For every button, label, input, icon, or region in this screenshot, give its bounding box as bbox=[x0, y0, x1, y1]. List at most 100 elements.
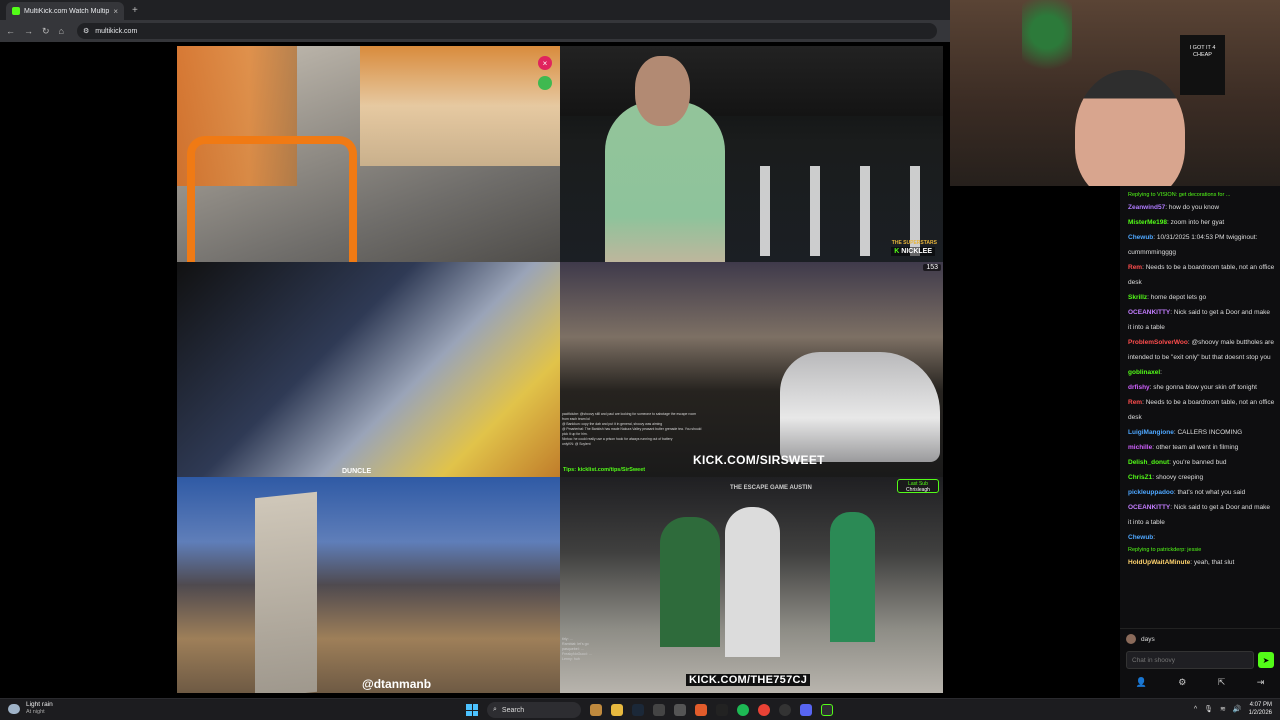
weather-title: Light rain bbox=[26, 701, 53, 708]
chat-username[interactable]: pickleuppadoo bbox=[1128, 489, 1174, 496]
back-icon[interactable]: ← bbox=[6, 26, 15, 36]
remove-stream-button[interactable]: × bbox=[538, 56, 552, 70]
app-icon-2[interactable] bbox=[716, 704, 728, 716]
spotify-icon[interactable] bbox=[737, 704, 749, 716]
reload-icon[interactable]: ↻ bbox=[42, 26, 50, 37]
chat-text: CALLERS INCOMING bbox=[1177, 429, 1243, 436]
collapse-icon[interactable]: ⇥ bbox=[1257, 677, 1265, 688]
stream-player-6[interactable]: THE ESCAPE GAME AUSTIN Last Sub Chrislea… bbox=[560, 477, 943, 693]
forward-icon[interactable]: → bbox=[24, 26, 33, 36]
stream-6-chat-overlay: tirly: ... Rambiat: let's go pasquebel: … bbox=[562, 637, 657, 662]
chat-username[interactable]: Chewub bbox=[1128, 534, 1153, 541]
popout-icon[interactable]: ⇱ bbox=[1218, 677, 1226, 688]
mic-icon[interactable]: 🎙 bbox=[1204, 705, 1213, 713]
chat-username[interactable]: ChrisZ1 bbox=[1128, 474, 1152, 481]
chat-username[interactable]: Rem bbox=[1128, 264, 1142, 271]
windows-start-icon[interactable] bbox=[466, 704, 478, 716]
stream-5-board bbox=[255, 491, 317, 693]
chat-username[interactable]: OCEANKITTY bbox=[1128, 309, 1170, 316]
overlay-line: pacificlube: @shoovy still and paul are … bbox=[562, 412, 697, 421]
chat-username[interactable]: Zeanwind57 bbox=[1128, 204, 1165, 211]
file-explorer-icon[interactable] bbox=[611, 704, 623, 716]
chat-text: yeah, that slut bbox=[1193, 559, 1235, 566]
settings-icon[interactable]: ⚙ bbox=[1178, 677, 1186, 688]
stream-player-3[interactable]: DUNCLE bbox=[177, 262, 560, 477]
chat-username[interactable]: Chewub bbox=[1128, 234, 1153, 241]
chat-message: Chewub: bbox=[1128, 530, 1275, 545]
chat-message: pickleuppadoo: that's not what you said bbox=[1128, 485, 1275, 500]
taskbar-search[interactable]: ⌕ Search bbox=[487, 702, 581, 718]
tab-multikick[interactable]: MultiKick.com Watch Multiple × bbox=[6, 2, 124, 20]
obs-icon[interactable] bbox=[779, 704, 791, 716]
chat-username[interactable]: HoldUpWaitAMinute bbox=[1128, 559, 1190, 566]
app-icon[interactable] bbox=[653, 704, 665, 716]
chat-text: Needs to be a boardroom table, not an of… bbox=[1128, 264, 1275, 286]
chat-username[interactable]: goblinaxel bbox=[1128, 369, 1160, 376]
chat-username[interactable]: drfishy bbox=[1128, 384, 1150, 391]
chat-username[interactable]: Rem bbox=[1128, 399, 1142, 406]
chat-select-button[interactable] bbox=[538, 76, 552, 90]
chat-text: other team all went in filming bbox=[1155, 444, 1239, 451]
pinned-user-row[interactable]: days bbox=[1120, 629, 1280, 649]
reply-context: Replying to VISION: get decorations for … bbox=[1128, 192, 1231, 198]
new-tab-button[interactable]: + bbox=[132, 5, 138, 16]
chat-text: zoom into her gyat bbox=[1170, 219, 1225, 226]
overlay-line: onlyKN: @ Soylent bbox=[562, 442, 591, 446]
search-placeholder: Search bbox=[501, 706, 525, 714]
webcam-feed: I GOT IT 4 CHEAP bbox=[950, 0, 1280, 186]
widget-icon[interactable] bbox=[590, 704, 602, 716]
chat-message: Rem: Needs to be a boardroom table, not … bbox=[1128, 395, 1275, 425]
url-text: multikick.com bbox=[95, 27, 138, 35]
stream-player-4[interactable]: 153 pacificlube: @shoovy still and paul … bbox=[560, 262, 943, 477]
taskbar: Light rain At night ⌕ Search ^ 🎙 ≋ 🔊 4:0… bbox=[0, 698, 1280, 720]
tab-title: MultiKick.com Watch Multiple bbox=[24, 7, 110, 15]
chat-username[interactable]: michille bbox=[1128, 444, 1152, 451]
kick-app-icon[interactable] bbox=[821, 704, 833, 716]
streamer-name: NICKLEE bbox=[901, 248, 932, 255]
clock-date: 1/2/2026 bbox=[1248, 710, 1272, 716]
stream-4-car bbox=[780, 352, 940, 462]
streamer-face bbox=[1075, 70, 1185, 186]
chat-username[interactable]: Skrillz bbox=[1128, 294, 1147, 301]
browser-window: MultiKick.com Watch Multiple × + ← → ↻ ⌂… bbox=[0, 0, 950, 698]
tray-chevron-icon[interactable]: ^ bbox=[1194, 706, 1197, 713]
site-info-icon[interactable]: ⚙ bbox=[83, 27, 89, 35]
volume-icon[interactable]: 🔊 bbox=[1233, 705, 1242, 713]
tab-bar: MultiKick.com Watch Multiple × + bbox=[0, 0, 950, 20]
tab-close-icon[interactable]: × bbox=[113, 7, 118, 16]
superstars-badge: THE SUPERSTARS bbox=[891, 240, 937, 246]
chat-panel: Replying to VISION: get decorations for … bbox=[1120, 186, 1280, 698]
chat-text: you're banned bud bbox=[1172, 459, 1227, 466]
system-tray: ^ 🎙 ≋ 🔊 4:07 PM 1/2/2026 bbox=[1194, 701, 1272, 717]
address-bar[interactable]: ⚙ multikick.com bbox=[76, 23, 937, 39]
stream-6-person-2 bbox=[725, 507, 780, 657]
weather-widget[interactable]: Light rain At night bbox=[8, 701, 53, 716]
chat-username[interactable]: LuigiMangione bbox=[1128, 429, 1174, 436]
weather-subtitle: At night bbox=[26, 709, 45, 715]
chat-username[interactable]: MisterMe198 bbox=[1128, 219, 1167, 226]
overlay-line: @ Pmarterbal: The Bankish has made Nakur… bbox=[562, 427, 702, 436]
users-icon[interactable]: 👤 bbox=[1136, 677, 1147, 688]
steam-icon[interactable] bbox=[632, 704, 644, 716]
settings-app-icon[interactable] bbox=[674, 704, 686, 716]
chat-message: OCEANKITTY: Nick said to get a Door and … bbox=[1128, 500, 1275, 530]
send-icon[interactable]: ➤ bbox=[1258, 652, 1274, 668]
wifi-icon[interactable]: ≋ bbox=[1220, 705, 1226, 713]
search-icon: ⌕ bbox=[493, 706, 497, 713]
chat-message: LuigiMangione: CALLERS INCOMING bbox=[1128, 425, 1275, 440]
chat-username[interactable]: ProblemSolverWoo bbox=[1128, 339, 1188, 346]
viewer-count: 153 bbox=[923, 264, 941, 271]
brave-icon[interactable] bbox=[695, 704, 707, 716]
stream-player-1[interactable]: × bbox=[177, 46, 560, 262]
chrome-icon[interactable] bbox=[758, 704, 770, 716]
chat-username[interactable]: Delish_donut bbox=[1128, 459, 1169, 466]
stream-player-2[interactable]: K NICKLEE THE SUPERSTARS bbox=[560, 46, 943, 262]
chat-username[interactable]: OCEANKITTY bbox=[1128, 504, 1170, 511]
home-icon[interactable]: ⌂ bbox=[59, 26, 64, 36]
stream-player-5[interactable]: @dtanmanb bbox=[177, 477, 560, 693]
discord-icon[interactable] bbox=[800, 704, 812, 716]
christmas-tree bbox=[1022, 0, 1072, 80]
chat-input[interactable] bbox=[1126, 651, 1254, 669]
clock[interactable]: 4:07 PM 1/2/2026 bbox=[1249, 701, 1272, 717]
overlay-line: Lenny: huh bbox=[562, 657, 580, 661]
